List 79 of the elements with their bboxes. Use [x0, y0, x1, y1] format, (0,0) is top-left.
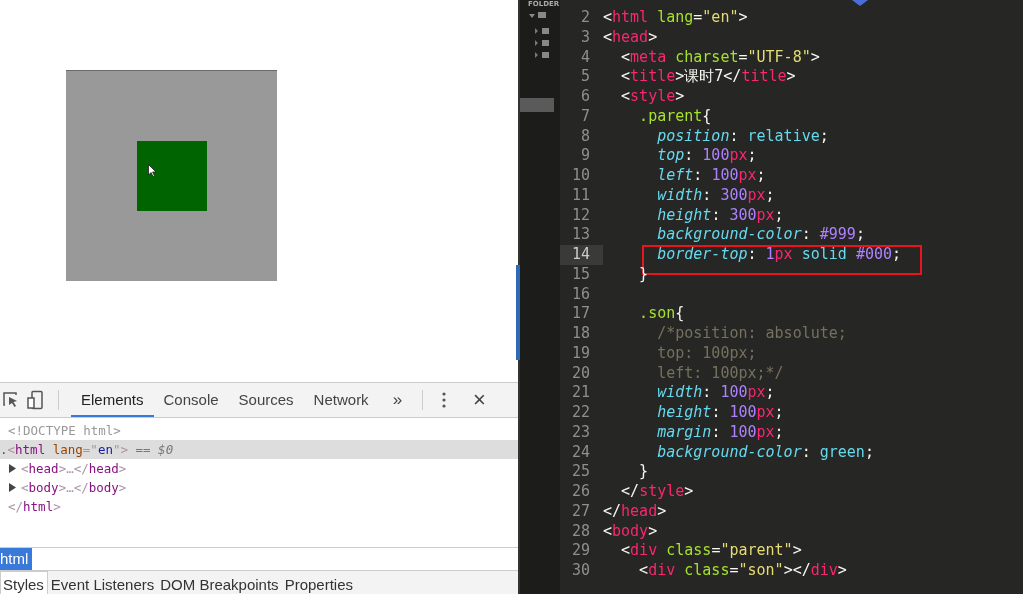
line-number: 21 — [570, 383, 591, 403]
dom-node[interactable]: <body>…</body> — [21, 480, 127, 495]
pane-tab[interactable]: Properties — [281, 572, 356, 594]
line-number: 29 — [570, 541, 591, 561]
line-number: 18 — [570, 324, 591, 344]
line-number: 8 — [579, 126, 591, 147]
line-number: 9 — [579, 146, 591, 166]
code-line: </style> — [620, 482, 694, 500]
diamond-icon — [850, 0, 870, 6]
close-button[interactable]: × — [465, 387, 494, 413]
line-number: 16 — [570, 284, 591, 305]
expand-triangle-icon[interactable] — [8, 464, 17, 473]
line-number: 24 — [570, 442, 591, 463]
code-line: /*position: absolute; — [656, 324, 847, 342]
code-line: top: 100px; — [656, 343, 757, 362]
panel-tab[interactable]: Network — [303, 383, 379, 417]
sidebar-scroll-thumb[interactable] — [520, 98, 554, 112]
code-line: background-color: green; — [656, 442, 874, 461]
dom-node[interactable]: </html> — [8, 499, 61, 514]
line-number: 15 — [570, 264, 591, 285]
pane-tab[interactable]: Event Listeners — [47, 572, 158, 594]
code-line: border-top: 1px solid #000; — [656, 245, 902, 263]
line-number: 20 — [570, 363, 591, 384]
line-number: 11 — [570, 185, 591, 206]
code-line: height: 300px; — [656, 205, 784, 224]
line-number: 27 — [570, 501, 591, 522]
pane-tab[interactable]: DOM Breakpoints — [157, 572, 282, 594]
dom-node[interactable]: <head>…</head> — [21, 461, 127, 476]
line-number: 30 — [570, 561, 591, 581]
code-line: } — [638, 462, 649, 481]
code-line: left: 100px; — [656, 166, 766, 184]
more-tabs-button[interactable]: » — [384, 390, 411, 410]
menu-icon[interactable] — [441, 391, 448, 409]
breadcrumb-item[interactable]: html — [0, 548, 33, 570]
code-line: <style> — [620, 87, 685, 105]
code-line: margin: 100px; — [656, 422, 784, 441]
device-icon[interactable] — [26, 390, 46, 410]
pane-tab[interactable]: Styles — [0, 571, 48, 594]
code-line: <html lang="en"> — [603, 8, 748, 26]
expand-triangle-icon[interactable] — [8, 483, 17, 492]
line-number: 25 — [570, 462, 591, 482]
line-number: 6 — [579, 87, 591, 107]
line-number: 17 — [570, 304, 591, 324]
line-number: 28 — [570, 521, 591, 542]
code-line: <title>课时7</title> — [620, 67, 796, 86]
line-number: 14 — [560, 245, 603, 265]
code-line: <meta charset="UTF-8"> — [620, 47, 820, 66]
panel-tab[interactable]: Console — [153, 383, 229, 417]
code-line: position: relative; — [656, 126, 829, 145]
line-number: 26 — [570, 482, 591, 502]
line-number: 19 — [570, 343, 591, 364]
line-number: 23 — [570, 422, 591, 443]
scrollbar[interactable] — [516, 265, 520, 360]
line-number: 3 — [579, 27, 591, 48]
line-number: 12 — [570, 205, 591, 226]
code-line: <div class="parent"> — [620, 541, 802, 560]
line-number: 13 — [570, 225, 591, 245]
code-line: .parent{ — [638, 106, 712, 125]
code-line: top: 100px; — [656, 146, 757, 165]
mouse-pointer-icon — [148, 164, 157, 177]
code-line: width: 100px; — [656, 383, 775, 402]
code-line: </head> — [603, 501, 667, 520]
code-line: <div class="son"></div> — [638, 561, 847, 579]
code-line: .son{ — [638, 304, 685, 323]
code-line: background-color: #999; — [656, 225, 865, 244]
panel-tab[interactable]: Sources — [228, 383, 304, 417]
code-line: <head> — [603, 27, 658, 46]
code-line: <body> — [603, 521, 658, 540]
inspect-icon[interactable] — [2, 391, 20, 409]
line-number: 4 — [579, 47, 591, 68]
panel-tab[interactable]: Elements — [71, 383, 154, 417]
line-number: 10 — [570, 166, 591, 186]
code-line: height: 100px; — [656, 403, 784, 421]
code-line: left: 100px;*/ — [656, 363, 784, 382]
line-number: 22 — [570, 403, 591, 423]
code-line: width: 300px; — [656, 185, 775, 204]
line-number: 2 — [579, 8, 591, 28]
line-number: 5 — [579, 67, 591, 87]
line-number: 7 — [579, 106, 591, 127]
